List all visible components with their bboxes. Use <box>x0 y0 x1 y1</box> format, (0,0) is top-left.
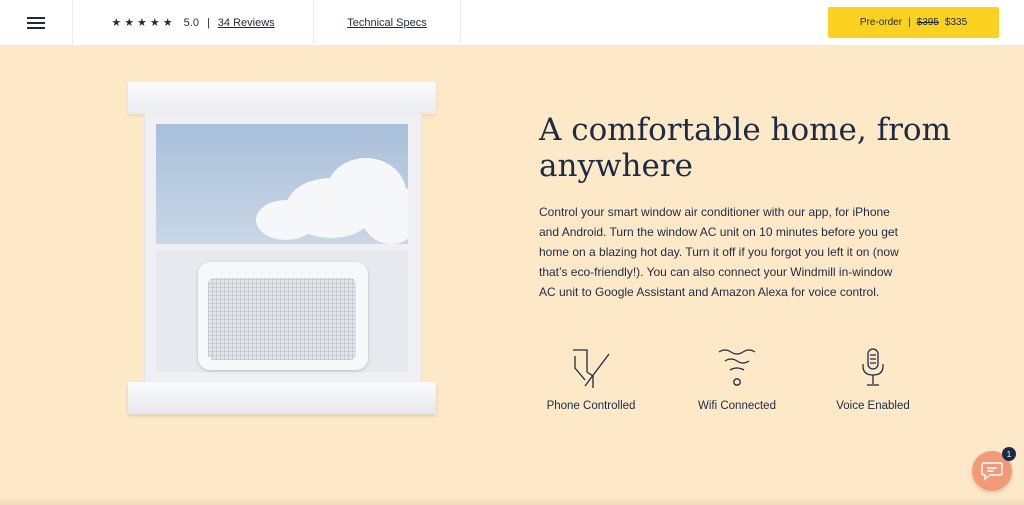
specs-cell: Technical Specs <box>314 0 461 45</box>
preorder-label: Pre-order <box>859 17 903 28</box>
feature-label: Voice Enabled <box>836 400 910 412</box>
new-price: $335 <box>944 17 968 28</box>
feature-label: Wifi Connected <box>698 400 776 412</box>
feature-phone-controlled: Phone Controlled <box>531 346 651 412</box>
phone-icon <box>573 349 610 388</box>
menu-cell <box>0 0 73 45</box>
feature-voice-enabled: Voice Enabled <box>813 346 933 412</box>
ac-grille <box>208 278 356 360</box>
section-divider <box>0 497 1024 505</box>
hero-description: Control your smart window air conditione… <box>539 205 899 299</box>
feature-wifi-connected: Wifi Connected <box>677 346 797 412</box>
preorder-separator: | <box>908 17 911 28</box>
ac-unit <box>198 262 368 370</box>
preorder-button[interactable]: Pre-order | $395 $335 <box>828 7 999 38</box>
chat-notification-badge: 1 <box>1002 447 1016 461</box>
ac-unit-bay <box>156 250 408 372</box>
star-rating-icon: ★★★★★ <box>111 17 176 29</box>
microphone-icon <box>862 348 884 386</box>
window-top-sill <box>128 82 436 114</box>
sky-image <box>156 124 408 244</box>
wifi-icon <box>718 349 756 386</box>
chat-bubble-icon <box>981 462 1003 481</box>
hero-section: A comfortable home, from anywhere Contro… <box>0 46 1024 505</box>
old-price: $395 <box>916 17 939 28</box>
feature-label: Phone Controlled <box>546 400 636 412</box>
hero-title: A comfortable home, from anywhere <box>539 112 951 184</box>
reviews-link[interactable]: 34 Reviews <box>218 17 275 29</box>
rating-separator: | <box>206 16 210 29</box>
rating-score: 5.0 <box>183 16 199 29</box>
hamburger-menu-icon[interactable] <box>27 16 45 29</box>
technical-specs-link[interactable]: Technical Specs <box>347 17 427 29</box>
window-bottom-sill <box>128 382 436 414</box>
rating-summary: ★★★★★ 5.0 | 34 Reviews <box>73 0 314 45</box>
window-ac-illustration <box>128 82 436 418</box>
